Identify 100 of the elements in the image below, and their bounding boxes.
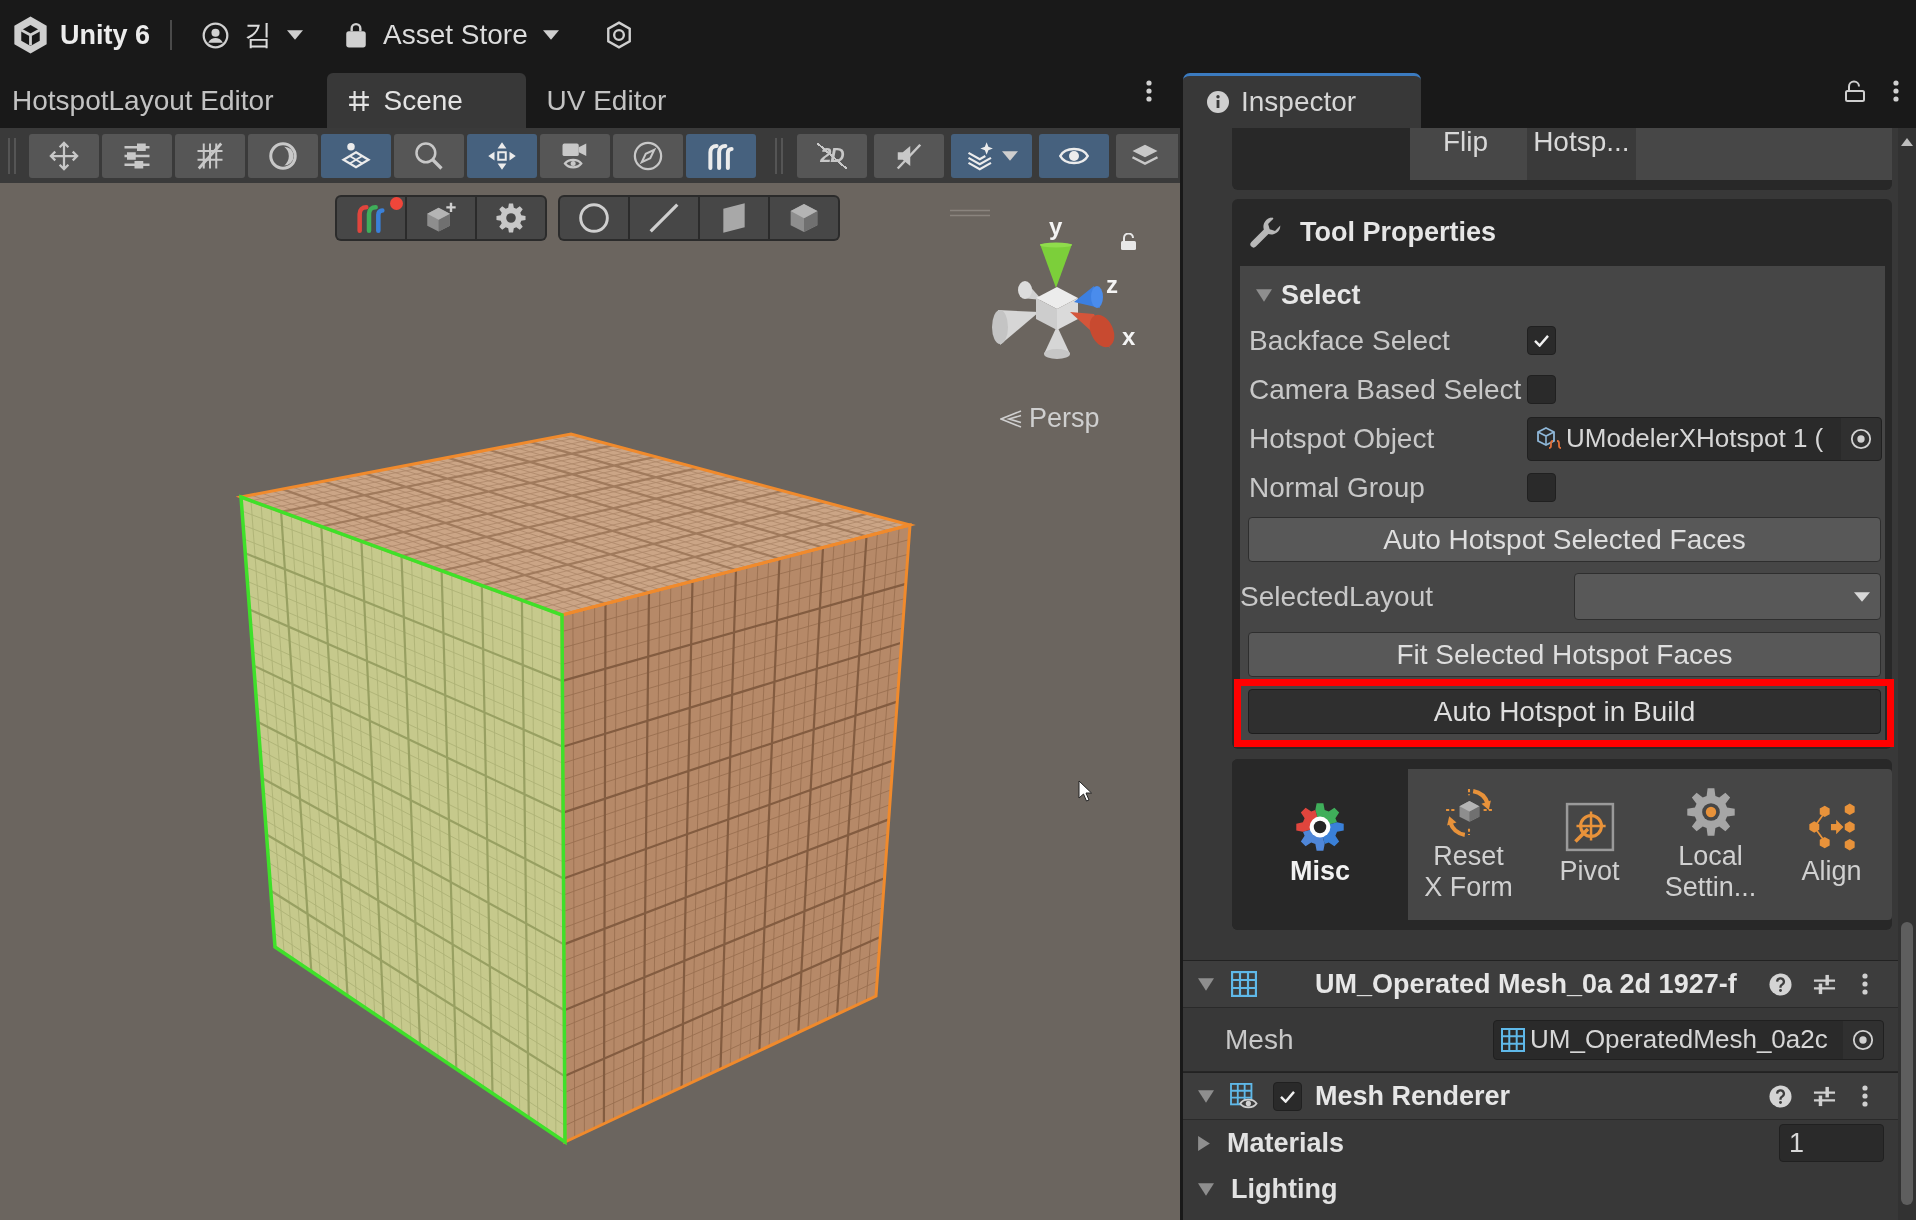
toolbar-button[interactable] <box>951 133 1032 178</box>
checkbox[interactable] <box>1527 473 1556 502</box>
mode-tab[interactable]: Hotsp... <box>1527 128 1636 180</box>
foldout-arrow-icon[interactable] <box>1198 1135 1210 1151</box>
component-header[interactable]: Mesh Renderer <box>1183 1072 1898 1120</box>
target-icon[interactable] <box>1852 1028 1874 1051</box>
mesh-grid-icon <box>1501 1027 1525 1052</box>
unity-logo-icon <box>12 15 49 55</box>
toolbar-button[interactable] <box>29 133 99 178</box>
shading-icon <box>268 140 298 171</box>
field-label: Camera Based Select <box>1249 373 1523 406</box>
toolbar-button[interactable] <box>175 133 245 178</box>
overlay-tool-button[interactable] <box>700 197 768 239</box>
tool-category-tab[interactable]: Align <box>1771 769 1892 920</box>
account-menu[interactable]: 김 <box>202 10 304 60</box>
overlay-tool-button[interactable] <box>560 197 628 239</box>
editor-tab[interactable]: Scene <box>326 73 526 128</box>
toolbar-button[interactable] <box>467 133 537 178</box>
inspector-tab[interactable]: Inspector <box>1183 73 1421 128</box>
foldout-arrow-icon[interactable] <box>1256 289 1272 302</box>
toolbar-grip[interactable] <box>8 137 16 174</box>
tool-category-tab[interactable]: Reset X Form <box>1408 769 1529 920</box>
colorful-gear-icon <box>1295 802 1345 852</box>
foldout-arrow-icon[interactable] <box>1198 1182 1214 1196</box>
shopping-bag-icon <box>344 22 369 48</box>
checkbox[interactable] <box>1527 375 1556 404</box>
axis-label: z <box>1106 271 1118 299</box>
toolbar-button[interactable] <box>321 133 391 178</box>
field-label: Normal Group <box>1249 471 1426 504</box>
checkbox[interactable] <box>1273 1081 1302 1111</box>
toolbar-button[interactable] <box>1116 133 1178 178</box>
field-label: Hotspot Object <box>1249 422 1436 455</box>
perspective-icon <box>1000 408 1022 429</box>
help-icon[interactable] <box>1769 1084 1792 1108</box>
toolbar-button[interactable] <box>248 133 318 178</box>
overlay-tool-button[interactable] <box>770 197 838 239</box>
caret-icon <box>287 30 304 40</box>
object-field[interactable]: UM_OperatedMesh_0a2c <box>1493 1019 1884 1060</box>
wrench-icon <box>1249 215 1283 250</box>
align-nodes-icon <box>1806 802 1857 852</box>
caret-icon <box>1001 150 1018 161</box>
field-label: Backface Select <box>1249 324 1451 357</box>
mode-tab[interactable]: Flip <box>1437 128 1495 180</box>
more-icon[interactable] <box>1862 973 1868 995</box>
foldout-label[interactable]: Materials <box>1227 1127 1345 1159</box>
info-icon <box>1207 91 1229 113</box>
overlay-tool-button[interactable] <box>630 197 698 239</box>
foldout-arrow-icon[interactable] <box>1198 977 1214 991</box>
count-field[interactable]: 1 <box>1779 1124 1884 1162</box>
foldout-arrow-icon[interactable] <box>1198 1089 1214 1103</box>
axis-label: x <box>1122 323 1136 351</box>
toolbar-button[interactable] <box>613 133 683 178</box>
move-icon <box>49 140 79 171</box>
toolbar-button[interactable] <box>874 133 944 178</box>
overlay-tool-button[interactable] <box>337 197 405 239</box>
asset-store-menu[interactable]: Asset Store <box>344 10 559 60</box>
toolbar-button[interactable] <box>102 133 172 178</box>
checkmark-icon <box>1533 334 1550 347</box>
more-icon[interactable] <box>1893 80 1899 102</box>
component-header[interactable]: UM_Operated Mesh_0a 2d 1927-f <box>1183 960 1898 1008</box>
sliders-icon[interactable] <box>1813 972 1836 996</box>
more-icon[interactable] <box>1862 1085 1868 1107</box>
grid-icon <box>195 140 225 171</box>
checkbox[interactable] <box>1527 326 1556 355</box>
scrollbar[interactable] <box>1898 128 1916 1220</box>
account-icon <box>202 21 230 49</box>
action-button[interactable]: Auto Hotspot Selected Faces <box>1248 517 1881 562</box>
cube-icon <box>788 202 820 234</box>
sparkle-stack-icon <box>965 140 996 171</box>
toolbar-button[interactable] <box>1039 133 1109 178</box>
toolbar-button[interactable] <box>686 133 756 178</box>
lock-icon[interactable] <box>1845 80 1865 102</box>
editor-tab[interactable]: HotspotLayout Editor <box>0 73 327 128</box>
line-icon <box>648 202 680 234</box>
scrollbar-thumb[interactable] <box>1901 922 1913 1205</box>
sliders-icon[interactable] <box>1813 1084 1836 1108</box>
axis-label: y <box>1049 213 1063 241</box>
tool-category-tab[interactable]: Pivot <box>1529 769 1650 920</box>
editor-tab[interactable]: UV Editor <box>525 73 725 128</box>
help-icon[interactable] <box>1769 972 1792 996</box>
more-icon[interactable] <box>1146 80 1152 102</box>
section-label[interactable]: Select <box>1281 280 1361 311</box>
scroll-up-icon[interactable] <box>1901 138 1913 146</box>
projection-label[interactable]: Persp <box>1029 403 1100 434</box>
action-button[interactable]: Fit Selected Hotspot Faces <box>1248 632 1881 677</box>
gear-icon <box>1685 786 1736 837</box>
object-field[interactable]: UModelerXHotspot 1 ( <box>1527 416 1882 461</box>
toolbar-button[interactable] <box>540 133 610 178</box>
foldout-label[interactable]: Lighting <box>1231 1173 1338 1205</box>
toolbar-button[interactable] <box>394 133 464 178</box>
action-button[interactable]: Auto Hotspot in Build <box>1248 689 1881 734</box>
tool-category-tab[interactable]: Local Settin... <box>1650 769 1771 920</box>
toolbar-grip[interactable] <box>775 137 783 174</box>
overlay-tool-button[interactable] <box>407 197 475 239</box>
target-icon[interactable] <box>1850 427 1872 450</box>
drag-handle-icon[interactable] <box>950 209 990 217</box>
hexagon-icon[interactable] <box>605 21 632 49</box>
target-square-icon <box>1564 802 1615 852</box>
cube-arrows-icon <box>1443 786 1494 837</box>
overlay-tool-button[interactable] <box>477 197 545 239</box>
